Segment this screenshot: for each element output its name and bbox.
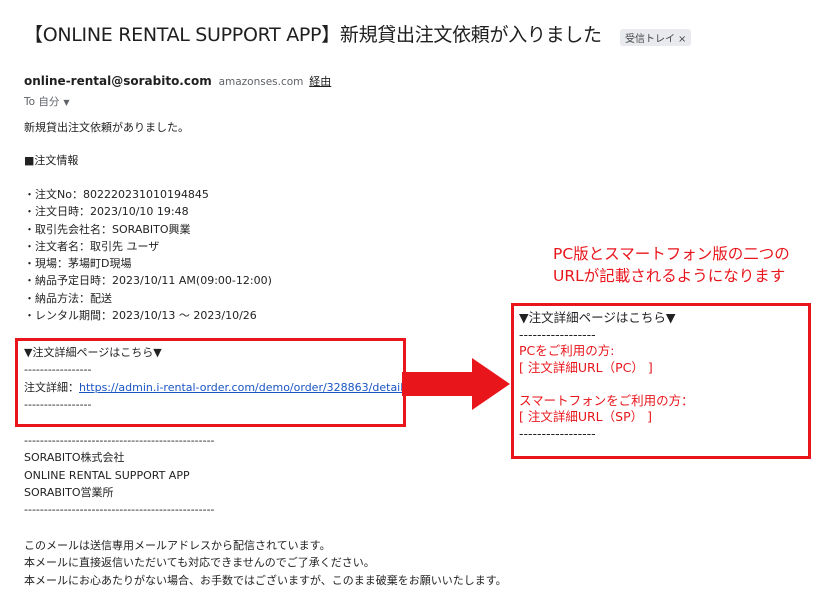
order-line: ・レンタル期間：2023/10/13 ～ 2023/10/26 [24, 309, 257, 323]
notice-line: このメールは送信専用メールアドレスから配信されています。 [24, 539, 331, 552]
sender-line: online-rental@sorabito.com amazonses.com… [24, 73, 331, 89]
company-line: SORABITO株式会社 [24, 451, 125, 465]
detail-separator-bottom: ----------------- [24, 397, 92, 411]
order-line: ・納品方法：配送 [24, 291, 112, 305]
detail-link-line: 注文詳細：https://admin.i-rental-order.com/de… [24, 379, 407, 396]
arrow-right-icon [402, 358, 510, 410]
detail-separator-top: ----------------- [24, 363, 92, 377]
new-format-content: ▼注文詳細ページはこちら▼ ----------------- PCをご利用の方… [519, 310, 694, 442]
notice-line: 本メールに直接返信いただいても対応できませんのでご了承ください。 [24, 556, 375, 570]
greeting: 新規貸出注文依頼がありました。 [24, 121, 189, 134]
email-subject: 【ONLINE RENTAL SUPPORT APP】新規貸出注文依頼が入りまし… [24, 24, 602, 46]
company-line: SORABITO営業所 [24, 485, 114, 499]
new-detail-header: ▼注文詳細ページはこちら▼ [519, 310, 676, 325]
order-line: ・現場：茅場町D現場 [24, 257, 132, 271]
detail-header: ▼注文詳細ページはこちら▼ [24, 346, 162, 359]
order-line: ・注文No：802220231010194845 [24, 188, 209, 201]
inbox-label-chip[interactable]: 受信トレイ × [620, 29, 692, 46]
sender-via-link[interactable]: 経由 [309, 75, 331, 88]
notice-line: 本メールにお心あたりがない場合、お手数ではございますが、このまま破棄をお願いいた… [24, 573, 507, 587]
recipient-label: To 自分 [24, 96, 60, 108]
pc-url-placeholder: [ 注文詳細URL（PC） ] [519, 359, 653, 375]
order-info-list: ・注文No：802220231010194845 ・注文日時：2023/10/1… [24, 186, 272, 324]
signature-block: ----------------------------------------… [24, 432, 215, 518]
pc-label: PCをご利用の方: [519, 343, 615, 358]
order-line: ・注文日時：2023/10/10 19:48 [24, 205, 189, 219]
remove-label-icon[interactable]: × [678, 34, 686, 45]
sp-label: スマートフォンをご利用の方： [519, 392, 694, 408]
chevron-down-icon[interactable]: ▼ [63, 98, 69, 107]
order-section-title: ■注文情報 [24, 154, 79, 167]
order-line: ・注文者名：取引先 ユーザ [24, 239, 160, 253]
order-line: ・納品予定日時：2023/10/11 AM(09:00-12:00) [24, 274, 272, 288]
new-separator-bottom: ----------------- [519, 425, 596, 441]
detail-link-block: ▼注文詳細ページはこちら▼ ----------------- 注文詳細：htt… [24, 344, 407, 413]
notice-block: このメールは送信専用メールアドレスから配信されています。 本メールに直接返信いた… [24, 537, 507, 589]
sp-url-placeholder: [ 注文詳細URL（SP） ] [519, 409, 652, 424]
recipient-details-toggle[interactable]: To 自分 ▼ [24, 94, 70, 109]
order-detail-link[interactable]: https://admin.i-rental-order.com/demo/or… [79, 381, 407, 394]
callout-line: PC版とスマートフォン版の二つの [553, 245, 790, 263]
order-line: ・取引先会社名：SORABITO興業 [24, 222, 191, 236]
annotation-callout: PC版とスマートフォン版の二つの URLが記載されるようになります [553, 243, 790, 287]
inbox-label-text: 受信トレイ [625, 34, 675, 45]
detail-label: 注文詳細： [24, 380, 79, 394]
callout-line: URLが記載されるようになります [553, 267, 786, 285]
sender-via-domain: amazonses.com [218, 76, 304, 88]
new-separator-top: ----------------- [519, 326, 596, 342]
company-line: ONLINE RENTAL SUPPORT APP [24, 468, 190, 482]
signature-separator: ----------------------------------------… [24, 503, 215, 517]
signature-separator: ----------------------------------------… [24, 434, 215, 447]
sender-address[interactable]: online-rental@sorabito.com [24, 74, 212, 88]
